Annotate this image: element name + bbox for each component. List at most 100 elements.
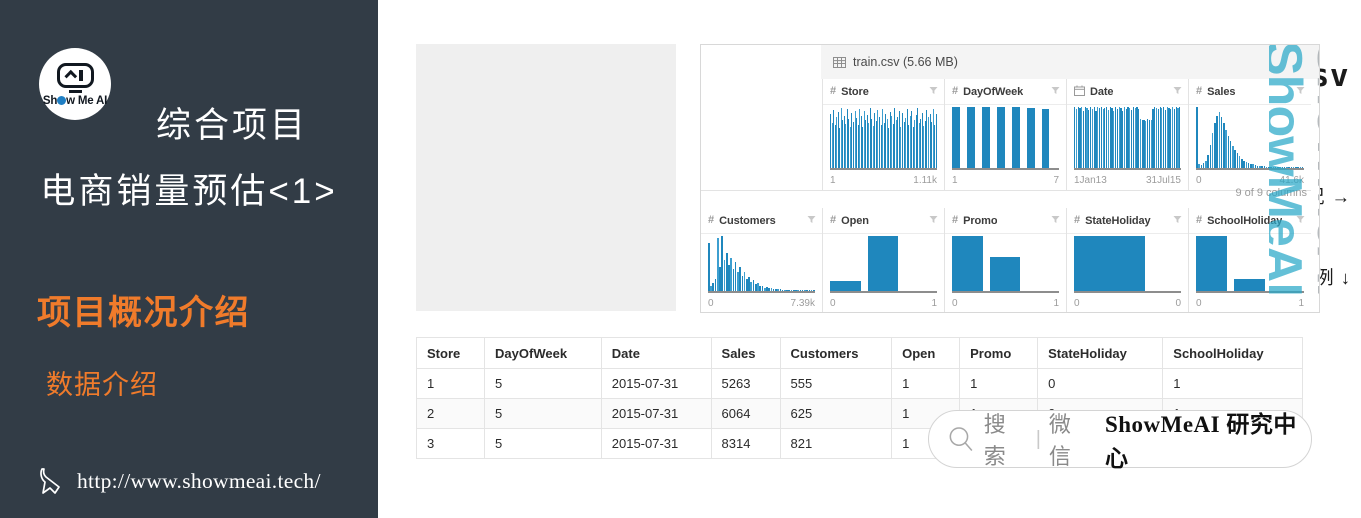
hist-column-name: Sales: [1207, 85, 1236, 98]
hist-bar: [1041, 108, 1050, 168]
table-grid-icon: [833, 56, 846, 68]
table-row: 1 5 2015-07-31 5263 555 1 1 0 1: [415, 368, 1303, 399]
hist-column-name: Date: [1090, 85, 1114, 98]
filter-funnel-icon[interactable]: [929, 86, 938, 98]
table-cell: 2: [415, 398, 486, 429]
schema-column-stateholiday[interactable]: # StateHoliday 0 0: [1067, 208, 1189, 312]
filter-funnel-icon[interactable]: [1296, 86, 1305, 98]
slide-title-line-1: 综合项目: [155, 106, 308, 145]
hist-axis-min: 1: [952, 175, 958, 186]
schema-column-promo[interactable]: # Promo 0 1: [945, 208, 1067, 312]
table-cell: 5263: [710, 368, 781, 399]
hist-column-name: SchoolHoliday: [1207, 214, 1283, 227]
hist-header: # DayOfWeek: [945, 79, 1066, 105]
schema-column-schoolholiday[interactable]: # SchoolHoliday 0 1: [1189, 208, 1311, 312]
hist-axis-labels: 17: [952, 175, 1059, 186]
table-head: Store DayOfWeek Date Sales Customers Open Prom…: [415, 337, 1303, 369]
numeric-type-icon: #: [708, 214, 715, 226]
hist-plot: [952, 236, 1059, 291]
hist-bar: [981, 107, 990, 168]
filter-funnel-icon[interactable]: [1051, 86, 1060, 98]
table-column-header: DayOfWeek: [484, 337, 602, 369]
hist-plot: [1074, 236, 1181, 291]
hist-column-name: StateHoliday: [1085, 214, 1151, 227]
slide-canvas: Sh w Me AI 综合项目 电商销量预估<1> 项目概况介绍 数据介绍 htt…: [0, 0, 1361, 518]
filter-funnel-icon[interactable]: [1051, 215, 1060, 227]
schema-column-dayofweek[interactable]: # DayOfWeek 1 7: [945, 79, 1067, 191]
hist-baseline: [952, 291, 1059, 293]
hist-plot: [1196, 107, 1304, 168]
filter-funnel-icon[interactable]: [1173, 86, 1182, 98]
hist-header: # Open: [823, 208, 944, 234]
hist-baseline: [830, 168, 937, 170]
hist-bar: [708, 242, 710, 291]
hist-axis-labels: 1Jan13 31Jul15: [1074, 175, 1181, 186]
hist-header: # Promo: [945, 208, 1066, 234]
filter-funnel-icon[interactable]: [807, 215, 816, 227]
section-subheading: 数据介绍: [46, 370, 158, 400]
hist-baseline: [830, 291, 937, 293]
filter-funnel-icon[interactable]: [1296, 215, 1305, 227]
table-cell: 1: [959, 368, 1039, 399]
table-column-header: SchoolHoliday: [1162, 337, 1303, 369]
hist-bar: [966, 107, 975, 168]
robot-neck-icon: [68, 90, 82, 94]
filter-funnel-icon[interactable]: [1173, 215, 1182, 227]
hist-axis-labels: 0 41.6k: [1196, 175, 1304, 186]
hist-bar: [952, 107, 960, 168]
table-cell: 2015-07-31: [600, 428, 712, 459]
schema-column-open[interactable]: # Open 0 1: [823, 208, 945, 312]
search-brand: ShowMeAI 研究中心: [1104, 412, 1297, 471]
hist-axis-labels: 01: [952, 298, 1059, 309]
cursor-pointer-icon: [40, 468, 60, 494]
footer-website[interactable]: http://www.showmeai.tech/: [38, 466, 321, 496]
numeric-type-icon: #: [830, 214, 837, 226]
hist-plot: [708, 236, 815, 291]
hist-header: # Sales: [1189, 79, 1311, 105]
hist-baseline: [1196, 291, 1304, 293]
table-cell: 821: [779, 428, 893, 459]
hist-axis-min: 0: [830, 298, 836, 309]
table-column-header: Customers: [779, 337, 893, 369]
hist-axis-labels: 1 1.11k: [830, 175, 937, 186]
hist-axis-max: 1: [1053, 298, 1059, 309]
footer-url-text: http://www.showmeai.tech/: [77, 468, 321, 493]
table-column-header: Sales: [710, 337, 781, 369]
hist-header: # StateHoliday: [1067, 208, 1188, 234]
schema-histogram-row-1: # Store 1 1.11k # DayOfWeek 1 7 Date 1Jan13 31Ju…: [701, 79, 1319, 191]
hist-axis-labels: 0 7.39k: [708, 298, 815, 309]
hist-axis-max: 7.39k: [790, 298, 815, 309]
table-cell: 1: [891, 368, 961, 399]
schema-column-date[interactable]: Date 1Jan13 31Jul15: [1067, 79, 1189, 191]
search-icon: [949, 427, 973, 451]
sidebar-panel: Sh w Me AI 综合项目 电商销量预估<1> 项目概况介绍 数据介绍 htt…: [0, 0, 378, 518]
table-column-header: Open: [891, 337, 961, 369]
robot-head-icon: [56, 62, 94, 88]
hist-plot: [830, 107, 937, 168]
schema-column-sales[interactable]: # Sales 0 41.6k: [1189, 79, 1311, 191]
hist-axis-min: 0: [1196, 175, 1202, 186]
hist-column-name: Promo: [963, 214, 998, 227]
hist-bar: [867, 236, 899, 291]
hist-axis-min: 0: [952, 298, 958, 309]
hist-axis-min: 0: [1074, 298, 1080, 309]
numeric-type-icon: #: [1196, 214, 1203, 226]
dataset-file-label: train.csv (5.66 MB): [853, 55, 958, 69]
hist-bar: [952, 236, 983, 291]
hist-bar: [830, 281, 861, 291]
filter-funnel-icon[interactable]: [929, 215, 938, 227]
hist-axis-min: 1: [830, 175, 836, 186]
hist-header: # SchoolHoliday: [1189, 208, 1311, 234]
hist-bar: [989, 256, 1021, 291]
hist-axis-max: 1.11k: [913, 175, 937, 186]
table-cell: 5: [484, 398, 602, 429]
schema-column-store[interactable]: # Store 1 1.11k: [823, 79, 945, 191]
logo-bar-icon: [79, 69, 83, 81]
hist-bar: [1074, 236, 1146, 291]
hist-bar: [1196, 236, 1227, 291]
schema-column-customers[interactable]: # Customers 0 7.39k: [701, 208, 823, 312]
hist-bar: [996, 107, 1005, 168]
hist-header: # Customers: [701, 208, 822, 234]
search-watermark-pill: 搜索 | 微信 ShowMeAI 研究中心: [928, 410, 1312, 471]
hist-axis-labels: 00: [1074, 298, 1181, 309]
